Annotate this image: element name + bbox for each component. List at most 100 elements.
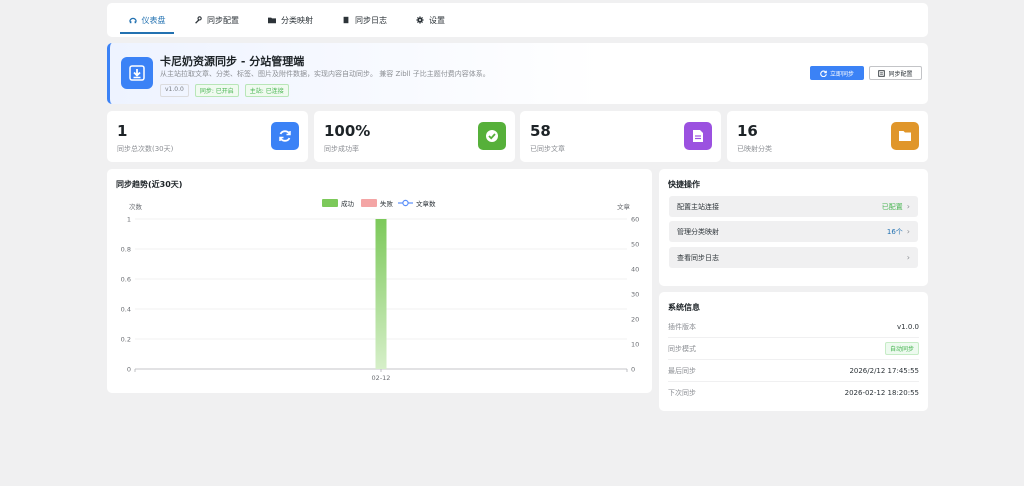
folder-icon [268,17,276,24]
y-tick-label: 0.6 [121,276,131,284]
y-tick-label: 0 [127,366,131,374]
plugin-header-card: 卡尼奶资源同步 - 分站管理端 从主站拉取文章、分类、标签、图片及附件数据，实现… [107,43,928,104]
tab-label: 分类映射 [281,15,313,25]
y2-tick-label: 50 [631,241,639,249]
quick-action-label: 查看同步日志 [677,253,719,262]
y-tick-label: 0.8 [121,246,131,254]
tab-dashboard[interactable]: 仪表盘 [120,3,174,37]
stat-value: 16 [737,122,758,140]
chart-y2-ticks: 0 10 20 30 40 50 60 [631,216,639,374]
chevron-right-icon: › [906,253,910,262]
wrench-icon [195,16,202,24]
refresh-icon [271,122,299,150]
legend-label-fail: 失败 [380,199,394,208]
stat-card-success-rate: 100% 同步成功率 [314,111,515,162]
sync-now-label: 立即同步 [829,70,854,78]
stat-value: 1 [117,122,128,140]
master-status-badge: 主站: 已连接 [244,84,289,97]
x-tick-label: 02-12 [372,374,391,382]
y-tick-label: 1 [127,216,131,224]
stat-label: 已同步文章 [530,145,565,153]
folder-icon [891,122,919,150]
chart-y-ticks: 0 0.2 0.4 0.6 0.8 1 [121,216,131,374]
status-badges: v1.0.0 同步: 已开启 主站: 已连接 [160,84,289,97]
system-key: 最后同步 [668,366,696,375]
bar-success [375,219,387,369]
tab-label: 设置 [429,15,445,25]
sync-trend-chart-card: 同步趋势(近30天) 0 0.2 0.4 0.6 0.8 1 0 10 20 30 40 50 60 … [107,169,652,393]
quick-action-value: 已配置 [881,202,903,211]
dashboard-icon [128,17,137,24]
chart-legend: 成功 失败 文章数 [322,199,436,208]
stat-label: 同步总次数(30天) [117,145,174,153]
version-badge: v1.0.0 [160,84,189,97]
page-description: 从主站拉取文章、分类、标签、图片及附件数据，实现内容自动同步。 兼容 Zibll… [160,70,490,78]
chart-bars [375,219,387,369]
y2-tick-label: 30 [631,291,639,299]
legend-label-posts: 文章数 [416,199,436,208]
system-value: v1.0.0 [897,322,919,331]
quick-action-value: 16个 [886,227,903,236]
y2-tick-label: 40 [631,266,639,274]
system-info-title: 系统信息 [668,303,700,312]
quick-action-label: 管理分类映射 [677,227,719,236]
stat-value: 100% [324,122,371,140]
sync-config-label: 同步配置 [888,70,913,78]
stat-label: 已映射分类 [737,145,772,153]
quick-action-category-mapping[interactable]: 管理分类映射 16个 › [669,221,918,242]
sync-status-badge: 同步: 已开启 [194,84,239,97]
system-value: 2026/2/12 17:45:55 [849,366,919,375]
download-icon [121,57,153,89]
stat-value: 58 [530,122,551,140]
legend-swatch-success [322,199,338,207]
y-tick-label: 0.4 [121,306,131,314]
legend-label-success: 成功 [341,199,355,208]
y2-tick-label: 20 [631,316,639,324]
top-nav: 仪表盘 同步配置 分类映射 同步日志 设置 [107,3,928,37]
tab-sync-config[interactable]: 同步配置 [190,3,243,37]
system-value: 2026-02-12 18:20:55 [844,389,919,397]
y-tick-label: 0.2 [121,336,131,344]
document-icon [343,16,349,24]
quick-action-sync-log[interactable]: 查看同步日志 › [669,247,918,268]
y2-tick-label: 0 [631,366,635,374]
quick-action-master-connection[interactable]: 配置主站连接 已配置 › [669,196,918,217]
legend-marker-posts [402,199,409,207]
system-row-next-sync: 下次同步 2026-02-12 18:20:55 [668,382,919,404]
system-key: 插件版本 [668,322,696,331]
y2-axis-label: 文章 [617,202,631,211]
system-key: 同步模式 [668,344,696,353]
tab-label: 仪表盘 [141,15,166,25]
tab-category-mapping[interactable]: 分类映射 [264,3,317,37]
refresh-icon [820,70,827,77]
y2-tick-label: 60 [631,216,639,224]
chart-x-ticks: 02-12 [134,369,628,382]
tab-label: 同步日志 [355,15,387,25]
stat-card-total-syncs: 1 同步总次数(30天) [107,111,308,162]
check-circle-icon [478,122,506,150]
y2-tick-label: 10 [631,341,639,349]
system-info-card: 系统信息 插件版本 v1.0.0 同步模式 自动同步 最后同步 2026/2/1… [659,292,928,411]
system-row-last-sync: 最后同步 2026/2/12 17:45:55 [668,360,919,382]
tab-settings[interactable]: 设置 [412,3,449,37]
gear-icon [416,16,424,24]
system-row-plugin-version: 插件版本 v1.0.0 [668,316,919,338]
page-title: 卡尼奶资源同步 - 分站管理端 [160,55,305,68]
legend-swatch-fail [361,199,377,207]
stat-card-synced-posts: 58 已同步文章 [520,111,721,162]
chevron-right-icon: › [906,202,910,211]
quick-actions-title: 快捷操作 [668,180,700,189]
sync-mode-badge: 自动同步 [884,342,919,355]
system-key: 下次同步 [668,389,696,397]
document-icon [684,122,712,150]
stat-card-mapped-categories: 16 已映射分类 [727,111,928,162]
tab-sync-log[interactable]: 同步日志 [338,3,391,37]
settings-icon [878,69,886,77]
tab-label: 同步配置 [207,15,239,25]
chevron-right-icon: › [906,227,910,236]
stat-label: 同步成功率 [324,145,359,153]
y-axis-label: 次数 [129,202,143,211]
quick-action-label: 配置主站连接 [677,202,719,211]
sync-now-button[interactable]: 立即同步 [810,66,864,80]
sync-config-button[interactable]: 同步配置 [869,66,922,80]
